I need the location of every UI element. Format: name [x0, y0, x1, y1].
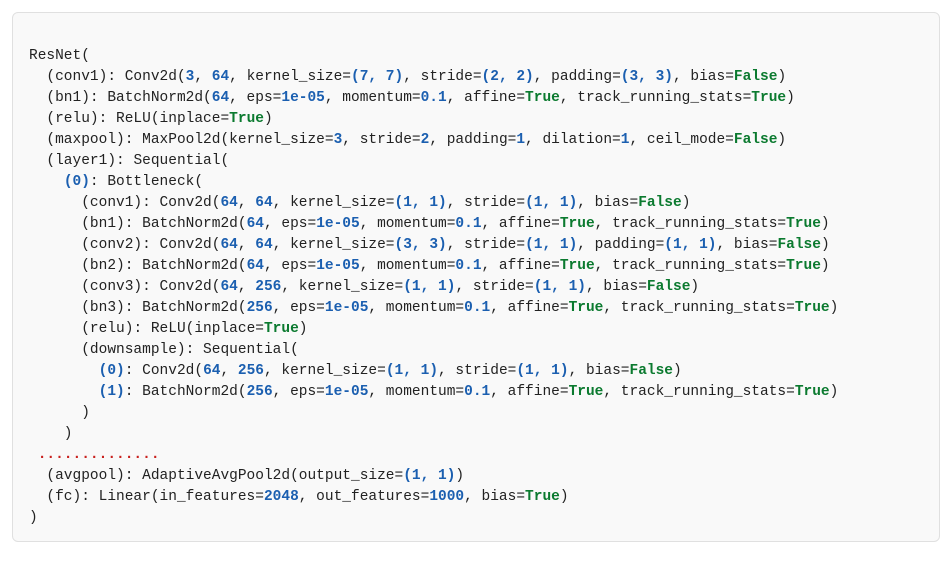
- b0-conv3: (conv3): Conv2d(64, 256, kernel_size=(1,…: [29, 279, 699, 295]
- ellipsis: ..............: [29, 447, 160, 463]
- layer-fc: (fc): Linear(in_features=2048, out_featu…: [29, 489, 569, 505]
- code-block: ResNet( (conv1): Conv2d(3, 64, kernel_si…: [12, 12, 940, 542]
- layer-conv1: (conv1): Conv2d(3, 64, kernel_size=(7, 7…: [29, 69, 786, 85]
- layer-maxpool: (maxpool): MaxPool2d(kernel_size=3, stri…: [29, 132, 786, 148]
- b0-bn1: (bn1): BatchNorm2d(64, eps=1e-05, moment…: [29, 216, 830, 232]
- layer-avgpool: (avgpool): AdaptiveAvgPool2d(output_size…: [29, 468, 464, 484]
- ds-0: (0): Conv2d(64, 256, kernel_size=(1, 1),…: [29, 363, 682, 379]
- downsample-open: (downsample): Sequential(: [29, 342, 299, 358]
- bottleneck0-close: ): [29, 426, 73, 442]
- b0-relu: (relu): ReLU(inplace=True): [29, 321, 308, 337]
- bottleneck0-open: (0): Bottleneck(: [29, 174, 203, 190]
- class-open: ResNet(: [29, 48, 90, 64]
- b0-conv1: (conv1): Conv2d(64, 64, kernel_size=(1, …: [29, 195, 690, 211]
- class-close: ): [29, 510, 38, 526]
- layer-bn1: (bn1): BatchNorm2d(64, eps=1e-05, moment…: [29, 90, 795, 106]
- ds-1: (1): BatchNorm2d(256, eps=1e-05, momentu…: [29, 384, 838, 400]
- b0-conv2: (conv2): Conv2d(64, 64, kernel_size=(3, …: [29, 237, 830, 253]
- b0-bn2: (bn2): BatchNorm2d(64, eps=1e-05, moment…: [29, 258, 830, 274]
- layer-relu: (relu): ReLU(inplace=True): [29, 111, 273, 127]
- b0-bn3: (bn3): BatchNorm2d(256, eps=1e-05, momen…: [29, 300, 838, 316]
- downsample-close: ): [29, 405, 90, 421]
- layer1-open: (layer1): Sequential(: [29, 153, 229, 169]
